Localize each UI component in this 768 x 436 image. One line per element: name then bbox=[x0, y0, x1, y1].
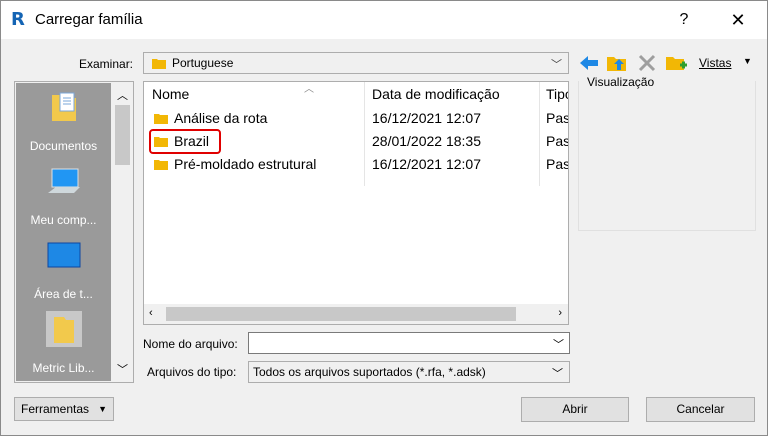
file-type: Past bbox=[546, 156, 568, 172]
file-type: Past bbox=[546, 110, 568, 126]
folder-icon bbox=[46, 311, 82, 347]
place-computer[interactable]: Meu comp... bbox=[16, 157, 111, 229]
file-list: ︿ Nome Data de modificação Tipo Análise … bbox=[143, 81, 569, 325]
preview-label: Visualização bbox=[587, 75, 655, 89]
open-button[interactable]: Abrir bbox=[521, 397, 629, 422]
load-family-dialog: R Carregar família ? ✕ Examinar: Portugu… bbox=[0, 0, 768, 436]
file-date: 28/01/2022 18:35 bbox=[372, 133, 481, 149]
delete-icon[interactable] bbox=[636, 53, 658, 73]
preview-panel bbox=[578, 81, 756, 231]
filetype-value: Todos os arquivos suportados (*.rfa, *.a… bbox=[253, 365, 486, 379]
column-type[interactable]: Tipo bbox=[546, 86, 568, 102]
horizontal-scrollbar[interactable]: ‹ › bbox=[144, 304, 568, 324]
scroll-thumb[interactable] bbox=[115, 105, 130, 165]
place-desktop[interactable]: Área de t... bbox=[16, 231, 111, 303]
views-menu[interactable]: Vistas bbox=[699, 56, 731, 70]
places-scrollbar[interactable]: ︿ ﹀ bbox=[112, 83, 133, 381]
tools-label: Ferramentas bbox=[21, 402, 90, 416]
file-date: 16/12/2021 12:07 bbox=[372, 110, 481, 126]
file-name: Análise da rota bbox=[174, 110, 268, 126]
lookin-label: Examinar: bbox=[79, 57, 134, 71]
file-type: Past bbox=[546, 133, 568, 149]
places-panel: Documentos Meu comp... Área de t... Metr… bbox=[16, 83, 111, 381]
computer-icon bbox=[48, 168, 80, 193]
desktop-icon bbox=[47, 242, 81, 268]
revit-app-icon: R bbox=[11, 9, 25, 30]
place-label: Área de t... bbox=[34, 287, 93, 301]
filename-label: Nome do arquivo: bbox=[143, 337, 238, 351]
places-bar: Documentos Meu comp... Área de t... Metr… bbox=[14, 81, 134, 383]
column-date[interactable]: Data de modificação bbox=[372, 86, 500, 102]
caret-down-icon: ▼ bbox=[98, 404, 107, 414]
place-label: Metric Lib... bbox=[32, 361, 95, 375]
back-arrow-icon[interactable] bbox=[578, 53, 600, 73]
file-name: Pré-moldado estrutural bbox=[174, 156, 317, 172]
red-highlight-box bbox=[149, 129, 221, 154]
folder-icon bbox=[152, 59, 166, 69]
views-caret-icon[interactable]: ▼ bbox=[743, 56, 752, 66]
close-button[interactable]: ✕ bbox=[723, 7, 753, 33]
filetype-dropdown[interactable]: Todos os arquivos suportados (*.rfa, *.a… bbox=[248, 361, 570, 383]
dialog-title: Carregar família bbox=[35, 11, 143, 28]
documents-icon bbox=[52, 92, 76, 121]
file-date: 16/12/2021 12:07 bbox=[372, 156, 481, 172]
folder-icon bbox=[154, 160, 168, 170]
scroll-up-icon[interactable]: ︿ bbox=[117, 87, 128, 103]
up-folder-icon[interactable] bbox=[606, 53, 628, 73]
scroll-right-icon[interactable]: › bbox=[558, 307, 562, 319]
chevron-down-icon: ﹀ bbox=[552, 368, 563, 380]
chevron-down-icon: ﹀ bbox=[551, 59, 562, 71]
sort-caret-icon: ︿ bbox=[304, 84, 314, 95]
help-button[interactable]: ? bbox=[671, 7, 697, 33]
file-list-header: ︿ Nome Data de modificação Tipo bbox=[144, 82, 568, 106]
filename-input[interactable] bbox=[248, 332, 570, 354]
scroll-left-icon[interactable]: ‹ bbox=[149, 307, 153, 319]
scroll-thumb[interactable] bbox=[166, 307, 516, 321]
lookin-dropdown[interactable]: Portuguese ﹀ bbox=[143, 52, 569, 74]
filetype-label: Arquivos do tipo: bbox=[147, 365, 237, 379]
file-row[interactable]: Pré-moldado estrutural 16/12/2021 12:07 … bbox=[144, 153, 568, 176]
file-row[interactable]: Análise da rota 16/12/2021 12:07 Past bbox=[144, 107, 568, 130]
new-folder-icon[interactable] bbox=[665, 53, 687, 73]
place-label: Meu comp... bbox=[30, 213, 97, 227]
column-name[interactable]: Nome bbox=[152, 86, 189, 102]
lookin-value: Portuguese bbox=[172, 56, 234, 70]
tools-button[interactable]: Ferramentas ▼ bbox=[14, 397, 114, 421]
scroll-down-icon[interactable]: ﹀ bbox=[117, 361, 128, 377]
chevron-down-icon[interactable]: ﹀ bbox=[553, 336, 564, 352]
folder-icon bbox=[154, 114, 168, 124]
place-documents[interactable]: Documentos bbox=[16, 83, 111, 155]
title-bar: R Carregar família ? ✕ bbox=[1, 1, 767, 39]
place-label: Documentos bbox=[29, 139, 98, 153]
place-metric-library[interactable]: Metric Lib... bbox=[16, 305, 111, 377]
cancel-button[interactable]: Cancelar bbox=[646, 397, 755, 422]
